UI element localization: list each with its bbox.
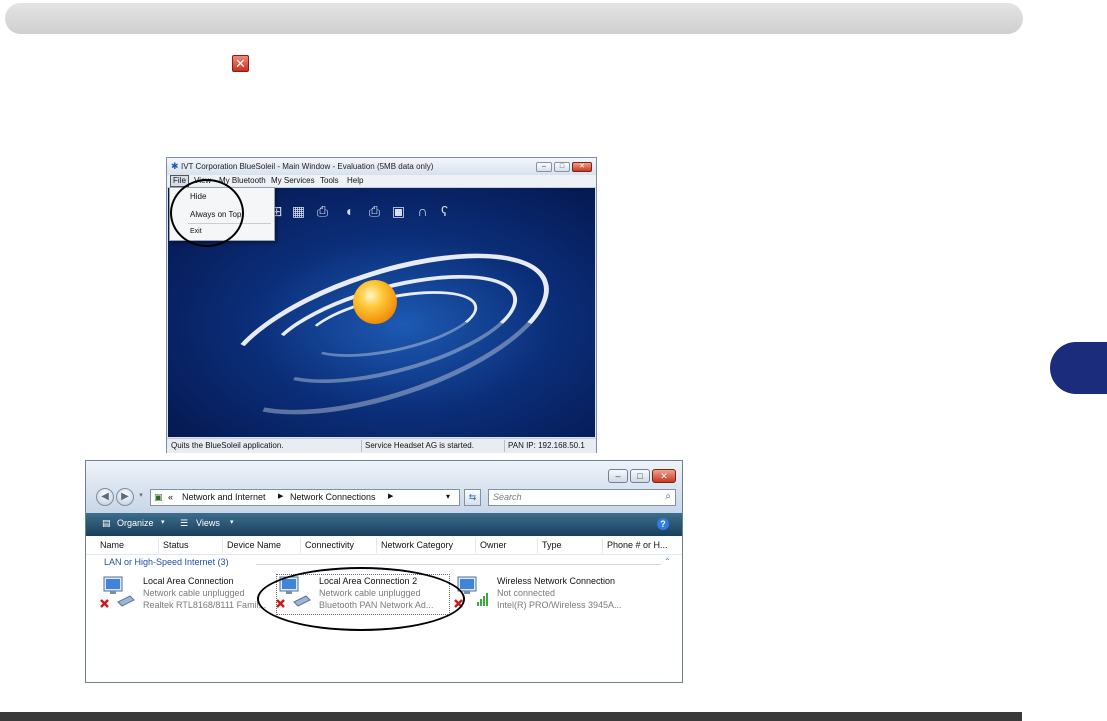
search-placeholder: Search: [493, 492, 522, 502]
group-header[interactable]: LAN or High-Speed Internet (3): [104, 557, 229, 567]
local-device-orb[interactable]: [353, 280, 397, 324]
column-separator[interactable]: [300, 538, 301, 553]
close-icon: ✕: [232, 55, 249, 72]
headset-icon[interactable]: ∩: [414, 203, 431, 220]
menu-view[interactable]: View: [192, 176, 213, 185]
pan-ip-status: PAN IP: 192.168.50.1: [508, 441, 585, 450]
service-status: Service Headset AG is started.: [365, 441, 474, 450]
status-message: Quits the BlueSoleil application.: [171, 441, 284, 450]
close-button[interactable]: ✕: [572, 162, 592, 172]
menu-separator: [188, 223, 271, 224]
column-name[interactable]: Name: [100, 540, 124, 550]
address-bar[interactable]: ▣ « Network and Internet ▶ Network Conne…: [150, 489, 460, 506]
camera-icon[interactable]: ▣: [390, 203, 407, 220]
fax-icon[interactable]: ⎙: [366, 203, 383, 220]
minimize-button[interactable]: –: [536, 162, 552, 172]
bluetooth-icon: ✱: [171, 161, 179, 171]
status-bar: Quits the BlueSoleil application. Servic…: [167, 438, 596, 453]
help-icon[interactable]: ?: [657, 518, 669, 530]
breadcrumb-arrow-icon[interactable]: ▶: [388, 492, 393, 500]
menu-help[interactable]: Help: [345, 176, 365, 185]
title-bar: ✱ IVT Corporation BlueSoleil - Main Wind…: [167, 158, 596, 175]
status-separator: [504, 440, 505, 452]
close-button[interactable]: ✕: [652, 469, 676, 483]
maximize-button[interactable]: □: [554, 162, 570, 172]
column-headers: Name Status Device Name Connectivity Net…: [86, 537, 682, 555]
column-connectivity[interactable]: Connectivity: [305, 540, 354, 550]
status-separator: [361, 440, 362, 452]
column-separator[interactable]: [158, 538, 159, 553]
printer-icon[interactable]: ⎙: [314, 203, 331, 220]
menu-tools[interactable]: Tools: [318, 176, 341, 185]
control-panel-icon: ▣: [154, 492, 163, 502]
search-icon[interactable]: ⌕: [665, 491, 671, 502]
connection-device: Bluetooth PAN Network Ad...: [319, 600, 434, 610]
column-separator[interactable]: [475, 538, 476, 553]
connection-status: Not connected: [497, 588, 556, 598]
chevron-down-icon: ▾: [161, 519, 165, 526]
mouse-icon[interactable]: ◖: [340, 203, 357, 220]
chevron-down-icon: ▾: [230, 519, 234, 526]
collapse-chevron-icon[interactable]: ⌃: [664, 557, 671, 566]
menu-item-always-on-top[interactable]: Always on Top: [190, 210, 241, 219]
search-input[interactable]: Search ⌕: [488, 489, 676, 506]
network-connections-window: – □ ✕ ◀ ▶ ▾ ▣ « Network and Internet ▶ N…: [85, 460, 683, 683]
network-adapter-icon: [100, 576, 135, 608]
maximize-button[interactable]: □: [630, 469, 650, 483]
menu-item-exit[interactable]: Exit: [190, 228, 202, 235]
connection-device: Intel(R) PRO/Wireless 3945A...: [497, 600, 622, 610]
forward-button[interactable]: ▶: [116, 488, 134, 506]
organize-button[interactable]: Organize: [117, 518, 154, 528]
connection-name: Local Area Connection: [143, 576, 234, 586]
breadcrumb-overflow[interactable]: «: [168, 492, 173, 502]
menu-item-hide[interactable]: Hide: [190, 192, 206, 201]
connection-status: Network cable unplugged: [143, 588, 245, 598]
recent-pages-chevron-icon[interactable]: ▾: [136, 488, 146, 506]
connection-name: Local Area Connection 2: [319, 576, 418, 586]
menu-my-bluetooth[interactable]: My Bluetooth: [217, 176, 268, 185]
column-separator[interactable]: [537, 538, 538, 553]
column-type[interactable]: Type: [542, 540, 562, 550]
column-status[interactable]: Status: [163, 540, 189, 550]
file-menu-dropdown: Hide Always on Top Exit: [169, 187, 275, 241]
window-title: IVT Corporation BlueSoleil - Main Window…: [181, 162, 434, 171]
menu-my-services[interactable]: My Services: [269, 176, 317, 185]
back-button[interactable]: ◀: [96, 488, 114, 506]
headphone-icon[interactable]: ʕ: [436, 203, 453, 220]
organize-icon: ▤: [102, 518, 111, 528]
network-adapter-icon: [276, 576, 311, 608]
chapter-tab: [1050, 342, 1107, 394]
connection-status: Network cable unplugged: [319, 588, 421, 598]
window-frame: – □ ✕ ◀ ▶ ▾ ▣ « Network and Internet ▶ N…: [86, 461, 682, 513]
views-icon: ☰: [180, 518, 189, 528]
serial-port-icon[interactable]: ▦: [290, 203, 307, 220]
views-button[interactable]: Views: [196, 518, 220, 528]
connection-name: Wireless Network Connection: [497, 576, 616, 586]
group-divider: [256, 564, 661, 565]
breadcrumb-arrow-icon[interactable]: ▶: [278, 492, 283, 500]
menu-file[interactable]: File: [170, 175, 189, 187]
footer-rule: [0, 712, 1022, 721]
column-owner[interactable]: Owner: [480, 540, 507, 550]
column-separator[interactable]: [602, 538, 603, 553]
minimize-button[interactable]: –: [608, 469, 628, 483]
page-header-bar: [5, 3, 1023, 34]
refresh-button[interactable]: ⇆: [464, 489, 481, 506]
address-dropdown-icon[interactable]: ▾: [446, 492, 450, 501]
breadcrumb-network-and-internet[interactable]: Network and Internet: [182, 492, 266, 502]
breadcrumb-network-connections[interactable]: Network Connections: [290, 492, 376, 502]
column-separator[interactable]: [222, 538, 223, 553]
column-network-category[interactable]: Network Category: [381, 540, 453, 550]
column-separator[interactable]: [376, 538, 377, 553]
column-phone[interactable]: Phone # or H...: [607, 540, 668, 550]
command-bar: ▤ Organize ▾ ☰ Views ▾ ?: [86, 513, 682, 536]
wireless-adapter-icon: [454, 576, 488, 608]
column-device-name[interactable]: Device Name: [227, 540, 281, 550]
connection-device: Realtek RTL8168/8111 Famil...: [143, 600, 267, 610]
